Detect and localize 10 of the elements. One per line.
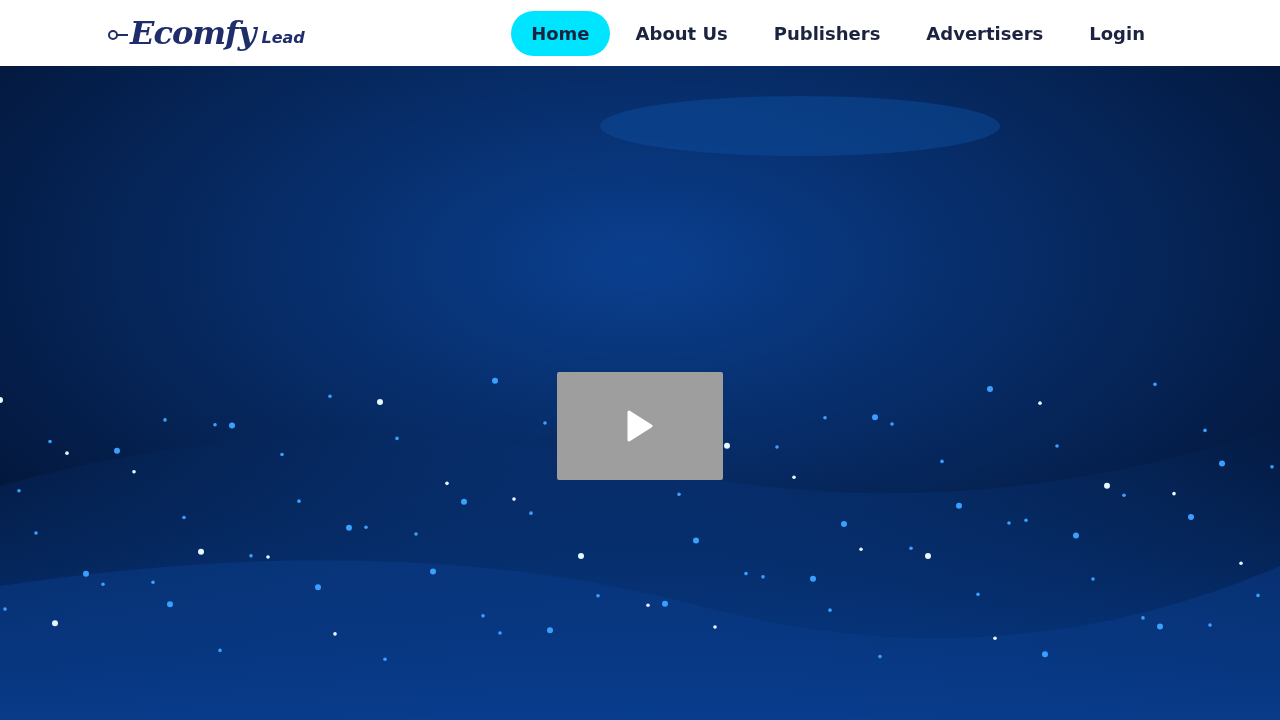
logo-name: Ecomfy (130, 17, 256, 49)
nav-link[interactable]: Home (511, 10, 610, 56)
nav-link[interactable]: About Us (615, 10, 748, 56)
play-button[interactable] (557, 372, 723, 480)
nav-link[interactable]: Advertisers (906, 10, 1064, 56)
logo-icon (108, 29, 128, 41)
nav-link[interactable]: Login (1069, 10, 1165, 56)
logo-suffix: Lead (261, 28, 305, 47)
play-icon (627, 410, 653, 442)
nav-link[interactable]: Publishers (753, 10, 901, 56)
